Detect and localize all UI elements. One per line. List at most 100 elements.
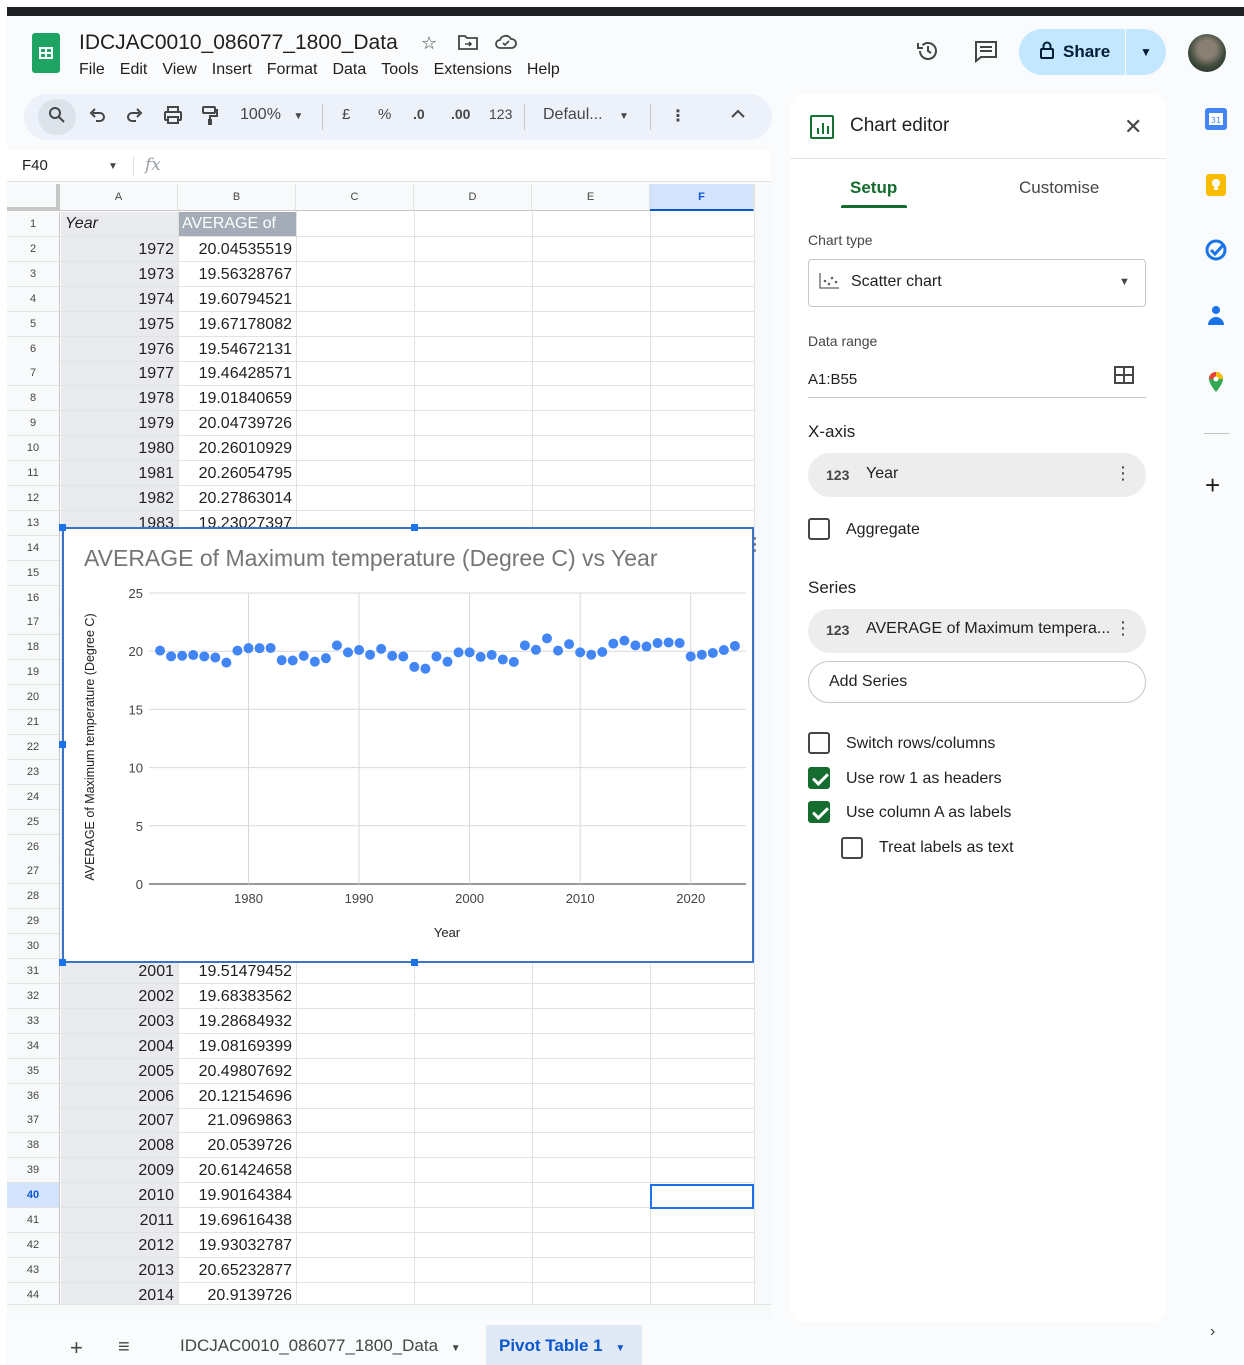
font-select[interactable]: Defaul... ▼ [543,106,629,124]
cell-average[interactable]: 19.56328767 [179,262,292,287]
x-axis-chip[interactable] [808,453,1146,497]
cell-average[interactable]: 20.26054795 [179,461,292,486]
print-icon[interactable] [163,106,183,129]
row-header-41[interactable]: 41 [7,1208,60,1233]
row-header-17[interactable]: 17 [7,610,60,636]
row-header-19[interactable]: 19 [7,660,60,686]
row-header-23[interactable]: 23 [7,759,60,785]
row-header-35[interactable]: 35 [7,1058,60,1084]
row-header-22[interactable]: 22 [7,734,60,760]
collapse-toolbar-icon[interactable] [731,106,745,124]
share-button[interactable]: Share ▼ [1019,29,1166,75]
cell-year[interactable]: 2002 [61,984,174,1009]
row-header-37[interactable]: 37 [7,1108,60,1134]
cell-year[interactable]: 1972 [61,237,174,262]
sheet-tab-pivot[interactable]: Pivot Table 1 ▼ [486,1325,642,1365]
more-vert-icon[interactable]: ⋮ [1114,463,1132,484]
cell-average[interactable]: 20.26010929 [179,436,292,461]
cell-year[interactable]: 1974 [61,287,174,312]
cell-average[interactable]: 20.49807692 [179,1059,292,1084]
chart-menu-icon[interactable]: ⋮ [746,534,764,555]
more-options-icon[interactable]: ⋮ [670,106,686,126]
row-header-26[interactable]: 26 [7,834,60,860]
resize-handle[interactable] [59,959,66,966]
cell-average[interactable]: 19.28684932 [179,1009,292,1034]
tab-setup[interactable]: Setup [850,178,897,198]
row-header-42[interactable]: 42 [7,1232,60,1258]
treat-labels-as-text-checkbox[interactable] [841,837,863,859]
increase-decimal-button[interactable]: .00 [451,106,470,122]
cell-average[interactable]: 19.68383562 [179,984,292,1009]
cell-year[interactable]: 2009 [61,1158,174,1183]
row-header-32[interactable]: 32 [7,983,60,1009]
cell-year[interactable]: 2004 [61,1034,174,1059]
currency-format-button[interactable]: £ [342,106,350,123]
close-icon[interactable]: ✕ [1124,114,1142,140]
cell-year[interactable]: 1980 [61,436,174,461]
paint-format-icon[interactable] [201,106,219,131]
menu-extensions[interactable]: Extensions [434,61,512,79]
cell-average[interactable]: 19.46428571 [179,361,292,386]
menu-view[interactable]: View [162,61,196,79]
row-header-8[interactable]: 8 [7,386,60,412]
selected-cell-f40[interactable] [650,1184,754,1209]
row-header-25[interactable]: 25 [7,809,60,835]
cell-average[interactable]: 20.12154696 [179,1084,292,1109]
menu-edit[interactable]: Edit [120,61,148,79]
switch-rows-columns-checkbox[interactable] [808,732,830,754]
column-header-c[interactable]: C [296,184,414,211]
header-cell-average[interactable]: AVERAGE of Ma [179,212,296,236]
keep-icon[interactable] [1204,173,1230,199]
row-header-7[interactable]: 7 [7,361,60,387]
cell-year[interactable]: 2003 [61,1009,174,1034]
row-header-3[interactable]: 3 [7,261,60,287]
add-series-button[interactable]: Add Series [808,661,1146,703]
percent-format-button[interactable]: % [378,106,391,123]
column-header-e[interactable]: E [532,184,650,211]
cell-year[interactable]: 1977 [61,361,174,386]
share-dropdown-icon[interactable]: ▼ [1126,45,1166,59]
undo-icon[interactable] [88,106,106,129]
cell-average[interactable]: 20.27863014 [179,486,292,511]
zoom-select[interactable]: 100% ▼ [240,106,303,124]
menu-data[interactable]: Data [332,61,366,79]
row-header-36[interactable]: 36 [7,1083,60,1109]
menu-help[interactable]: Help [527,61,560,79]
cell-average[interactable]: 19.69616438 [179,1208,292,1233]
cell-year[interactable]: 2011 [61,1208,174,1233]
cell-year[interactable]: 2005 [61,1059,174,1084]
menu-insert[interactable]: Insert [212,61,252,79]
row-header-30[interactable]: 30 [7,934,60,960]
cell-year[interactable]: 1975 [61,312,174,337]
horizontal-scrollbar[interactable] [7,1304,771,1320]
cell-year[interactable]: 1976 [61,337,174,362]
contacts-icon[interactable] [1204,303,1230,329]
name-box-dropdown-icon[interactable]: ▼ [108,161,118,172]
cell-average[interactable]: 19.54672131 [179,337,292,362]
use-row-1-headers-checkbox[interactable] [808,767,830,789]
row-header-13[interactable]: 13 [7,510,60,536]
cell-year[interactable]: 1973 [61,262,174,287]
row-header-2[interactable]: 2 [7,236,60,262]
row-header-15[interactable]: 15 [7,560,60,586]
row-header-31[interactable]: 31 [7,959,60,984]
cell-average[interactable]: 20.04535519 [179,237,292,262]
tab-customise[interactable]: Customise [1019,178,1099,198]
row-header-38[interactable]: 38 [7,1133,60,1159]
redo-icon[interactable] [126,106,144,129]
row-header-20[interactable]: 20 [7,685,60,711]
decrease-decimal-button[interactable]: .0 [413,106,425,122]
row-header-21[interactable]: 21 [7,710,60,735]
column-header-b[interactable]: B [178,184,296,211]
row-header-16[interactable]: 16 [7,585,60,611]
menu-file[interactable]: File [79,61,105,79]
row-header-14[interactable]: 14 [7,535,60,561]
star-icon[interactable]: ☆ [421,33,437,54]
cell-average[interactable]: 19.93032787 [179,1233,292,1258]
column-header-a[interactable]: A [60,184,178,211]
row-header-40[interactable]: 40 [7,1183,60,1209]
row-header-39[interactable]: 39 [7,1158,60,1184]
cell-year[interactable]: 2007 [61,1108,174,1133]
cell-average[interactable]: 20.61424658 [179,1158,292,1183]
row-header-6[interactable]: 6 [7,336,60,362]
